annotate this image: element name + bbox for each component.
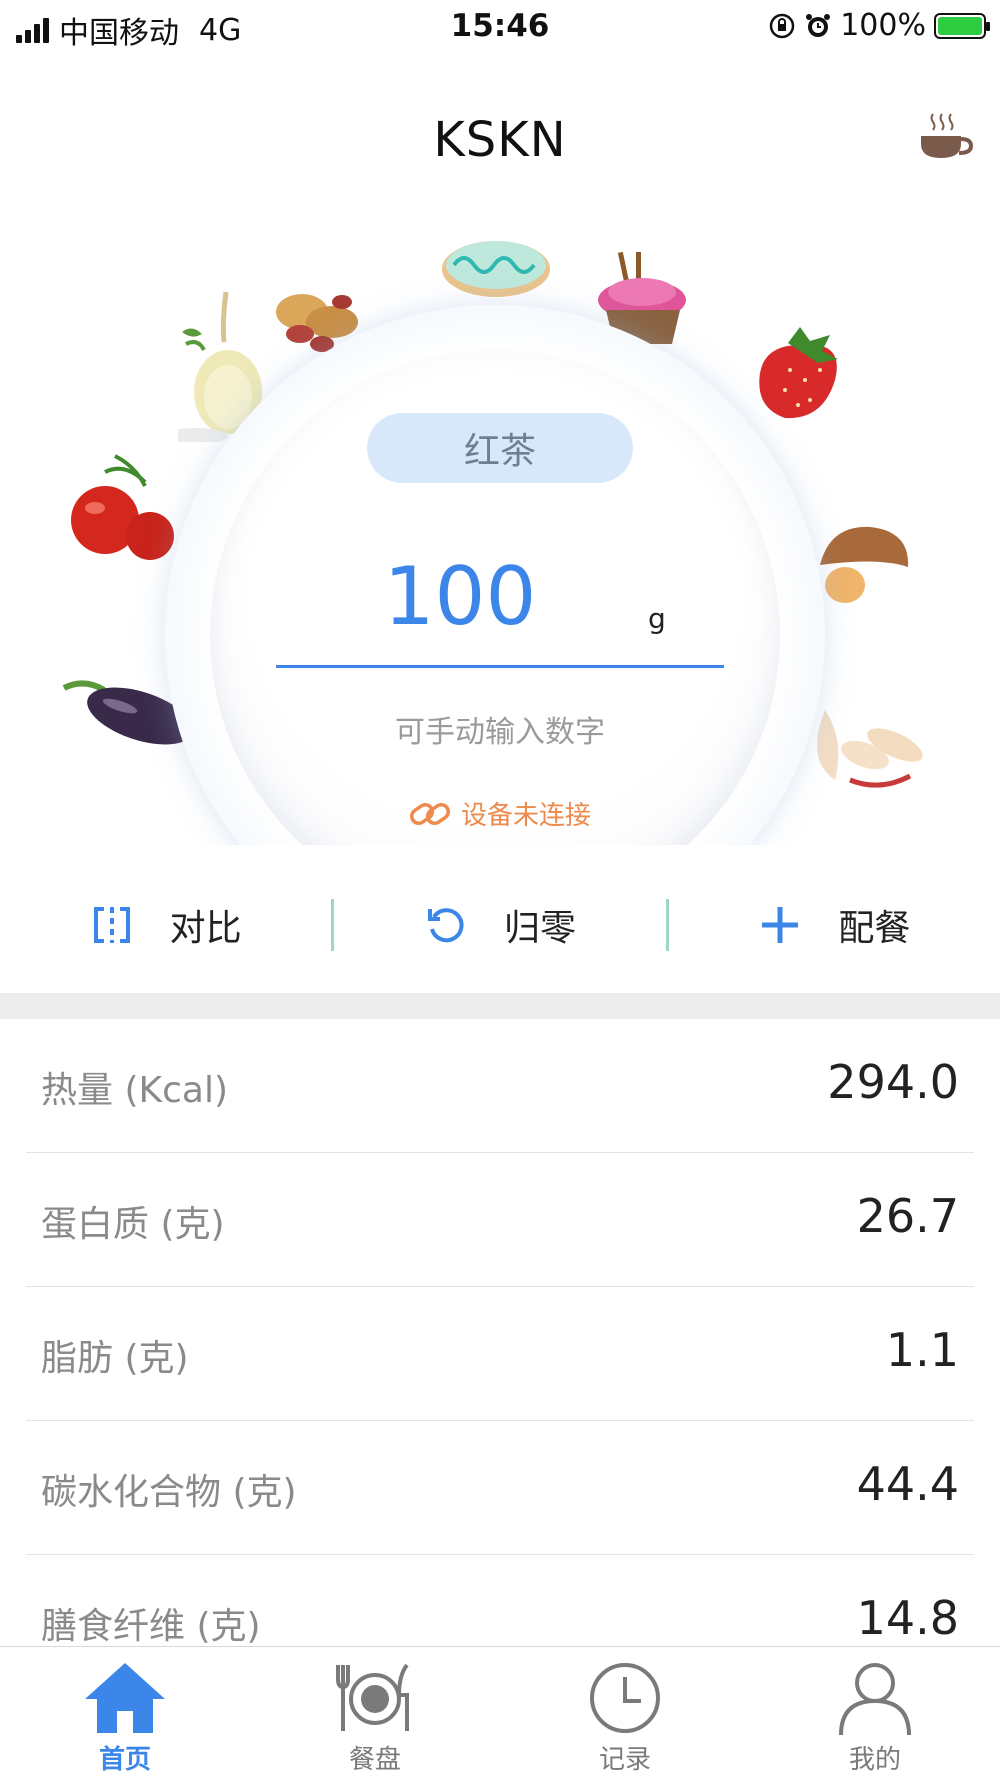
nutrient-label: 蛋白质 (克) [41, 1204, 225, 1245]
reset-button[interactable]: 归零 [334, 880, 665, 970]
nutrient-value: 1.1 [885, 1323, 959, 1377]
reset-icon [427, 908, 464, 943]
orientation-lock-icon [769, 13, 795, 38]
user-icon [839, 1663, 911, 1735]
nutrient-value: 14.8 [856, 1591, 959, 1645]
strawberry-icon [759, 327, 838, 419]
page-title: KSKN [433, 112, 567, 168]
dinner-plate-icon [336, 1663, 409, 1731]
tab-home-label: 首页 [98, 1745, 151, 1775]
tab-plate[interactable]: 餐盘 [250, 1647, 500, 1779]
home-icon [85, 1663, 165, 1733]
tab-profile-label: 我的 [848, 1745, 901, 1775]
device-status-text: 设备未连接 [460, 801, 591, 831]
weight-input[interactable]: 100 [0, 550, 920, 643]
meal-plan-button[interactable]: 配餐 [669, 880, 1000, 970]
clock-icon [590, 1663, 660, 1733]
device-status[interactable]: 设备未连接 [0, 795, 1000, 832]
tab-records[interactable]: 记录 [500, 1647, 750, 1779]
nutrient-label: 热量 (Kcal) [41, 1070, 228, 1111]
link-icon [409, 802, 451, 825]
nutrient-label: 膳食纤维 (克) [41, 1606, 261, 1647]
tab-home[interactable]: 首页 [0, 1647, 250, 1779]
status-right: 100% [768, 8, 990, 43]
nutrition-row: 蛋白质 (克) 26.7 [26, 1153, 974, 1287]
battery-icon [934, 12, 990, 39]
nutrition-row: 脂肪 (克) 1.1 [26, 1287, 974, 1421]
nutrition-row: 热量 (Kcal) 294.0 [26, 1019, 974, 1153]
scale-panel: 红茶 100 g 可手动输入数字 设备未连接 [0, 230, 1000, 1045]
tab-plate-label: 餐盘 [348, 1745, 401, 1775]
manual-input-hint: 可手动输入数字 [395, 715, 605, 750]
food-name-pill[interactable]: 红茶 [367, 413, 633, 483]
compare-icon [93, 907, 130, 943]
coffee-cup-icon[interactable] [915, 108, 975, 168]
reset-label: 归零 [503, 908, 576, 949]
nutrient-value: 26.7 [856, 1189, 959, 1243]
nutrient-label: 脂肪 (克) [41, 1338, 189, 1379]
weight-unit: g [648, 602, 666, 635]
battery-percent: 100% [840, 8, 926, 43]
compare-label: 对比 [169, 908, 242, 949]
action-bar: 对比 归零 配餐 [0, 880, 1000, 970]
tab-bar: 首页 餐盘 记录 我的 [0, 1646, 1000, 1779]
nutrient-value: 294.0 [827, 1055, 959, 1109]
compare-button[interactable]: 对比 [0, 880, 331, 970]
tab-profile[interactable]: 我的 [750, 1647, 1000, 1779]
tab-records-label: 记录 [598, 1745, 651, 1775]
meal-plan-label: 配餐 [838, 908, 911, 949]
status-bar: 中国移动 4G 15:46 100% [0, 0, 1000, 56]
nutrition-row: 碳水化合物 (克) 44.4 [26, 1421, 974, 1555]
section-divider [0, 993, 1000, 1019]
weight-underline [276, 665, 724, 668]
nav-bar: KSKN [0, 90, 1000, 190]
nutrient-label: 碳水化合物 (克) [41, 1472, 297, 1513]
alarm-icon [806, 13, 831, 37]
donut-icon [442, 241, 550, 297]
plus-icon [762, 907, 799, 943]
nutrient-value: 44.4 [856, 1457, 959, 1511]
nutrition-list: 热量 (Kcal) 294.0 蛋白质 (克) 26.7 脂肪 (克) 1.1 … [0, 1019, 1000, 1688]
